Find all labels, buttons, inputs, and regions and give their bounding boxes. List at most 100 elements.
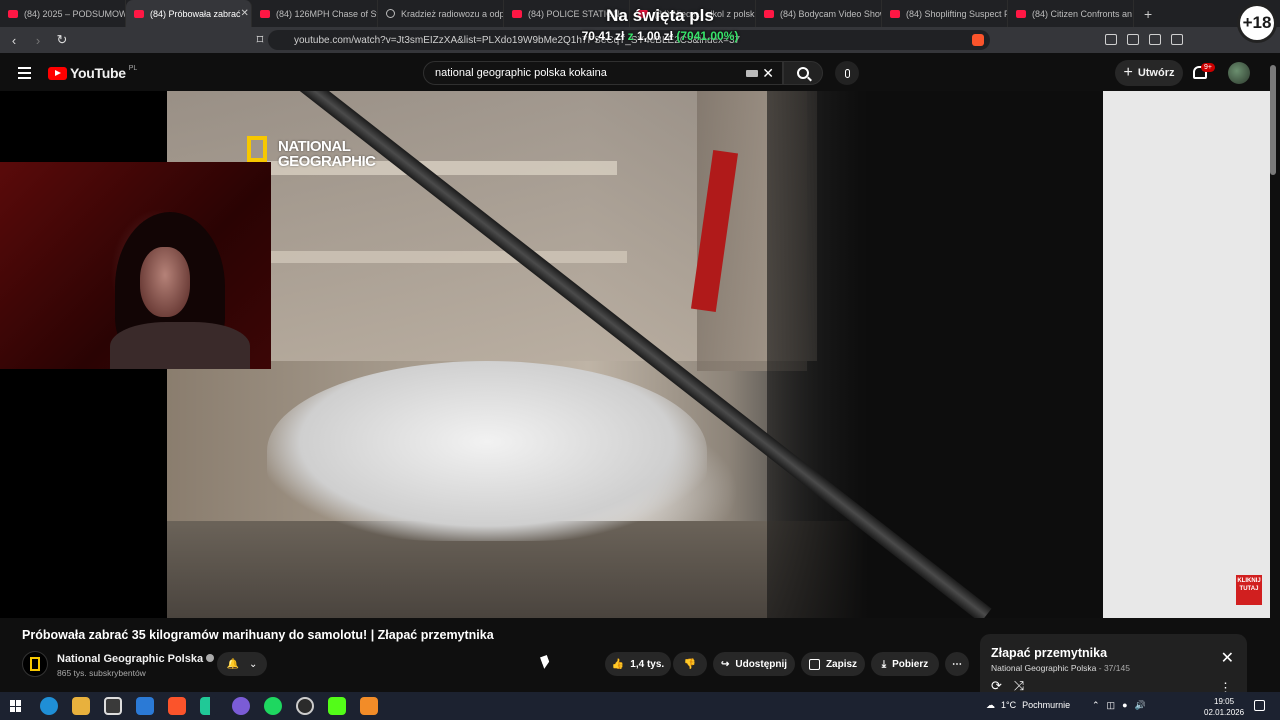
wallet-icon[interactable] — [1149, 34, 1161, 45]
share-button[interactable]: ↪ Udostępnij — [713, 652, 795, 676]
network-icon[interactable]: ◫ — [1107, 700, 1116, 711]
youtube-wordmark: YouTube — [70, 65, 126, 81]
create-label: Utwórz — [1137, 67, 1175, 79]
discord-icon[interactable] — [232, 697, 250, 715]
extensions-icon[interactable] — [1105, 34, 1117, 45]
donation-base: 1,00 zł — [636, 29, 674, 43]
youtube-icon — [8, 9, 18, 18]
download-icon: ⤓ — [881, 658, 887, 670]
system-tray: ⌃ ◫ ● 🔊 — [1092, 700, 1146, 711]
kick-icon[interactable] — [328, 697, 346, 715]
cloud-icon: ☁ — [986, 700, 995, 710]
youtube-logo[interactable]: YouTube PL — [48, 65, 137, 81]
more-actions-button[interactable]: ⋯ — [945, 652, 969, 676]
bell-icon: 🔔 — [226, 658, 240, 670]
channel-name-row[interactable]: National Geographic Polska — [57, 653, 215, 665]
close-icon[interactable]: ✕ — [1221, 648, 1234, 668]
search-value: national geographic polska kokaina — [435, 67, 607, 79]
chevron-up-icon[interactable]: ⌃ — [1092, 700, 1100, 711]
page-scrollbar[interactable] — [1270, 65, 1276, 175]
store-icon[interactable] — [104, 697, 122, 715]
close-tab-icon[interactable]: ✕ — [241, 8, 249, 19]
keyboard-icon[interactable] — [746, 70, 758, 77]
back-icon[interactable]: ‹ — [4, 33, 24, 48]
spotify-icon[interactable] — [264, 697, 282, 715]
notification-count: 9+ — [1201, 63, 1215, 72]
download-button[interactable]: ⤓ Pobierz — [871, 652, 939, 676]
hamburger-menu-icon[interactable] — [18, 67, 31, 82]
browser-toolbar-icons — [1105, 34, 1183, 45]
video-frame[interactable]: NATIONAL GEOGRAPHIC — [167, 91, 1103, 618]
dislike-button[interactable]: 👎 — [673, 652, 707, 676]
browser-tab[interactable]: Kradzież radiowozu a odp — [378, 0, 504, 27]
taskbar: ☁ 1°C Pochmurnie ⌃ ◫ ● 🔊 19:05 02.01.202… — [0, 692, 1280, 720]
like-button[interactable]: 👍 1,4 tys. — [605, 652, 671, 676]
youtube-icon — [764, 9, 774, 18]
create-button[interactable]: + Utwórz — [1115, 60, 1183, 86]
forward-icon[interactable]: › — [28, 33, 48, 48]
save-button[interactable]: Zapisz — [801, 652, 865, 676]
verified-icon — [206, 654, 215, 662]
donation-progress: 70,41 zł z 1,00 zł (7041.00%) — [560, 29, 760, 43]
natgeo-logo-icon — [30, 657, 40, 671]
youtube-header: YouTube PL national geographic polska ko… — [0, 53, 1280, 91]
video-title: Próbowała zabrać 35 kilogramów marihuany… — [22, 628, 494, 642]
brave-icon[interactable] — [168, 697, 186, 715]
sidebar-icon[interactable] — [1127, 34, 1139, 45]
subscription-bell-button[interactable]: 🔔 ⌄ — [217, 652, 267, 676]
save-label: Zapisz — [825, 658, 858, 670]
search-button[interactable] — [783, 61, 823, 85]
vlc-icon[interactable] — [360, 697, 378, 715]
plus-icon: + — [1123, 64, 1133, 81]
taskbar-apps — [40, 697, 378, 715]
reload-icon[interactable]: ↻ — [52, 32, 72, 48]
edge-icon[interactable] — [40, 697, 58, 715]
playlist-title[interactable]: Złapać przemytnika — [991, 646, 1107, 660]
browser-tab[interactable]: (84) Citizen Confronts an — [1008, 0, 1134, 27]
age-badge: +18 — [1240, 6, 1274, 40]
search-input[interactable]: national geographic polska kokaina ✕ — [423, 61, 783, 85]
natgeo-watermark: NATIONAL GEOGRAPHIC — [278, 138, 376, 170]
file-explorer-icon[interactable] — [72, 697, 90, 715]
subscriber-count: 865 tys. subskrybentów — [57, 668, 146, 678]
browser-tab[interactable]: (84) 126MPH Chase of Sto — [252, 0, 378, 27]
brave-shield-icon[interactable] — [972, 34, 984, 46]
channel-avatar[interactable] — [22, 651, 48, 677]
clock[interactable]: 19:05 02.01.2026 — [1204, 696, 1244, 718]
country-code: PL — [128, 65, 138, 72]
leo-icon[interactable] — [1171, 34, 1183, 45]
globe-icon — [386, 9, 395, 18]
youtube-icon — [134, 9, 144, 18]
voice-search-button[interactable] — [835, 61, 859, 85]
tab-label: (84) Próbowała zabrać — [150, 8, 241, 19]
mic-tray-icon[interactable]: ● — [1122, 700, 1127, 711]
volume-icon[interactable]: 🔊 — [1135, 700, 1146, 711]
new-tab-button[interactable]: + — [1134, 6, 1162, 22]
subscribe-badge[interactable]: KLIKNIJ TUTAJ — [1236, 575, 1262, 605]
obs-icon[interactable] — [296, 697, 314, 715]
tab-label: Kradzież radiowozu a odp — [401, 8, 504, 19]
clock-date: 02.01.2026 — [1204, 708, 1245, 717]
donation-amount: 70,41 zł — [581, 29, 625, 43]
browser-tab[interactable]: (84) 2025 – PODSUMOWA — [0, 0, 126, 27]
tab-label: (84) Citizen Confronts an — [1032, 8, 1133, 19]
chevron-down-icon: ⌄ — [249, 658, 258, 670]
avatar[interactable] — [1228, 62, 1250, 84]
browser-tab[interactable]: (84) Shoplifting Suspect P — [882, 0, 1008, 27]
start-icon[interactable] — [10, 700, 22, 712]
browser-tab-active[interactable]: (84) Próbowała zabrać ✕ — [126, 0, 252, 27]
thumbs-up-icon: 👍 — [611, 658, 625, 670]
bookmark-icon[interactable]: ⌑ — [250, 32, 270, 48]
notification-center-icon[interactable] — [1254, 700, 1265, 711]
weather-widget[interactable]: ☁ 1°C Pochmurnie — [986, 700, 1070, 711]
bookmark-icon — [808, 658, 820, 670]
clear-search-icon[interactable]: ✕ — [762, 65, 774, 82]
playlist-channel[interactable]: National Geographic Polska — [991, 663, 1096, 673]
video-side-panel — [1103, 91, 1270, 618]
outlook-icon[interactable] — [136, 697, 154, 715]
weather-temp: 1°C — [1001, 700, 1017, 710]
donation-title: Na święta pls — [606, 6, 714, 25]
browser-tab[interactable]: (84) Bodycam Video Show — [756, 0, 882, 27]
play-app-icon[interactable] — [200, 697, 218, 715]
search-icon — [797, 67, 809, 79]
